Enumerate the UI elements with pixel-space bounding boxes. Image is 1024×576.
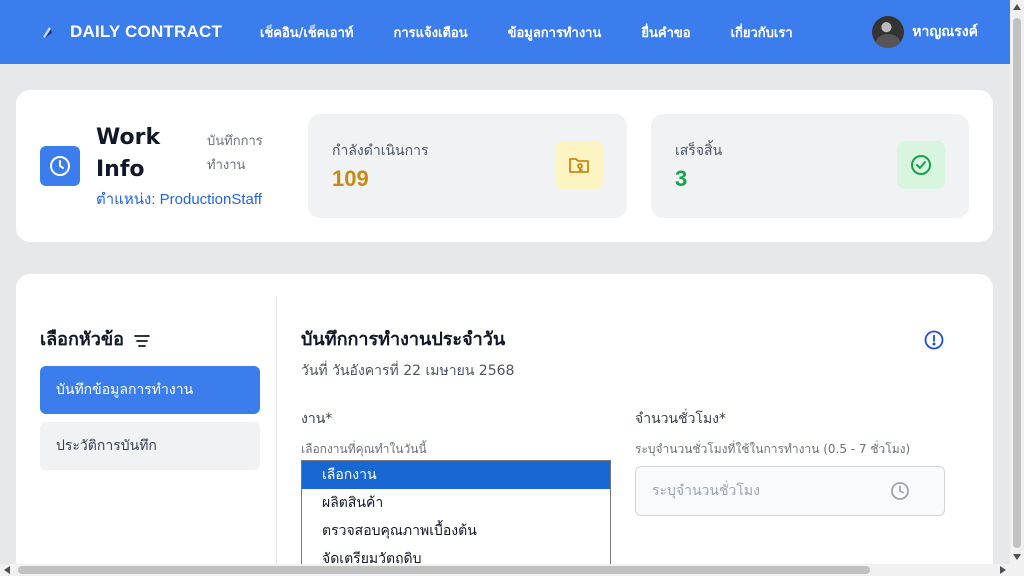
nav-link-checkin[interactable]: เช็คอิน/เช็คเอาท์ — [260, 22, 354, 43]
stat-value: 109 — [332, 166, 369, 191]
sidebar-title: เลือกหัวข้อ — [40, 324, 150, 353]
top-navbar: DAILY CONTRACT เช็คอิน/เช็คเอาท์ การแจ้ง… — [0, 0, 1010, 64]
job-field-label: งาน* — [301, 411, 333, 427]
avatar[interactable] — [872, 16, 905, 48]
nav-link-notifications[interactable]: การแจ้งเตือน — [394, 22, 468, 43]
nav-link-requests[interactable]: ยื่นคำขอ — [641, 22, 690, 43]
sidebar-title-text: เลือกหัวข้อ — [40, 329, 124, 350]
sidebar-item-history[interactable]: ประวัติการบันทึก — [40, 422, 260, 470]
nav-link-work-info[interactable]: ข้อมูลการทำงาน — [508, 22, 602, 43]
stat-icon-wrap — [555, 141, 603, 189]
brand-logo-icon — [43, 27, 52, 38]
form-title: บันทึกการทำงานประจำวัน — [301, 329, 506, 350]
job-option[interactable]: ผลิตสินค้า — [302, 489, 610, 517]
horizontal-scroll-thumb[interactable] — [18, 566, 870, 574]
nav-link-about[interactable]: เกี่ยวกับเรา — [731, 22, 793, 43]
job-option[interactable]: ตรวจสอบคุณภาพเบื้องต้น — [302, 517, 610, 545]
sidebar-item-record-work[interactable]: บันทึกข้อมูลการทำงาน — [40, 366, 260, 414]
page-title: Work Info — [96, 125, 161, 182]
nav-links: เช็คอิน/เช็คเอาท์ การแจ้งเตือน ข้อมูลการ… — [260, 0, 833, 64]
stat-value: 3 — [675, 166, 688, 191]
vertical-scrollbar[interactable] — [1010, 0, 1024, 576]
job-field-help: เลือกงานที่คุณทำในวันนี้ — [301, 442, 427, 456]
horizontal-scrollbar[interactable] — [0, 564, 1010, 576]
stat-icon-wrap — [897, 141, 945, 189]
scroll-right-arrow-icon[interactable] — [1000, 566, 1006, 574]
divider — [276, 296, 277, 576]
check-circle-icon — [911, 155, 931, 175]
job-select-dropdown[interactable]: เลือกงาน ผลิตสินค้า ตรวจสอบคุณภาพเบื้องต… — [301, 460, 611, 576]
job-option[interactable]: เลือกงาน — [302, 461, 610, 489]
brand-name: DAILY CONTRACT — [70, 22, 223, 41]
page-subtitle: บันทึกการทำงาน — [207, 134, 263, 173]
clock-badge — [40, 146, 80, 186]
menu-lines-icon[interactable] — [134, 334, 150, 348]
scroll-up-arrow-icon[interactable] — [1013, 4, 1021, 10]
stat-completed: เสร็จสิ้น 3 — [651, 114, 969, 218]
position-label: ตำแหน่ง: ProductionStaff — [96, 191, 262, 208]
form-date: วันที่ วันอังคารที่ 22 เมษายน 2568 — [301, 363, 515, 379]
folder-key-icon — [569, 158, 589, 173]
hours-field-label: จำนวนชั่วโมง* — [635, 411, 727, 427]
stat-label: เสร็จสิ้น — [675, 143, 723, 159]
scroll-down-arrow-icon[interactable] — [1013, 554, 1021, 560]
stat-label: กำลังดำเนินการ — [332, 143, 429, 159]
clock-icon — [50, 156, 70, 176]
brand[interactable]: DAILY CONTRACT — [40, 22, 222, 42]
clock-icon — [891, 482, 909, 500]
work-info-card: Work Info บันทึกการทำงาน ตำแหน่ง: Produc… — [16, 90, 993, 242]
info-icon[interactable] — [924, 330, 944, 350]
user-menu[interactable]: หาญณรงค์ — [872, 16, 978, 48]
vertical-scroll-thumb[interactable] — [1013, 18, 1021, 548]
stat-in-progress: กำลังดำเนินการ 109 — [308, 114, 627, 218]
hours-field-help: ระบุจำนวนชั่วโมงที่ใช้ในการทำงาน (0.5 - … — [635, 442, 911, 456]
hours-input-wrap — [635, 466, 945, 516]
scroll-left-arrow-icon[interactable] — [4, 566, 10, 574]
user-name: หาญณรงค์ — [912, 24, 978, 40]
